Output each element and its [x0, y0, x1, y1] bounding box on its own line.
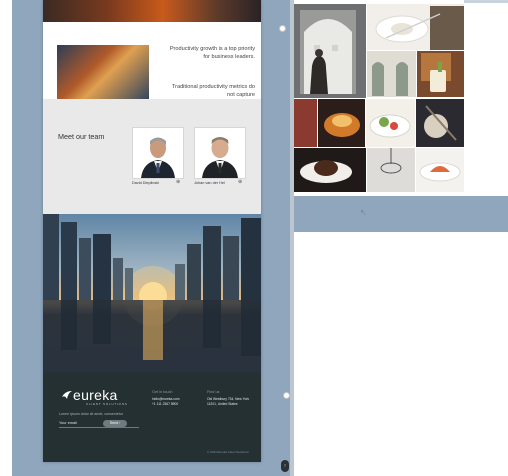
- section-edit-handle[interactable]: [283, 392, 290, 399]
- logo-subtitle: CLIENT SOLUTIONS: [86, 402, 128, 406]
- eureka-logo-icon: [62, 391, 72, 399]
- newsletter-email-input[interactable]: Your email: [59, 421, 139, 428]
- section-divider-band: ↖: [290, 196, 508, 232]
- contact-heading: Get in touch: [152, 390, 173, 394]
- send-button-label: Send: [109, 421, 119, 425]
- hero-image-strip: [43, 0, 261, 22]
- avatar: [132, 127, 184, 179]
- productivity-section[interactable]: Productivity growth is a top priority fo…: [43, 22, 261, 99]
- linkedin-icon[interactable]: ⊕: [176, 179, 180, 185]
- footer-tagline: Lorem ipsum dolor sit amet, consectetur: [59, 412, 123, 416]
- footer: eureka CLIENT SOLUTIONS Lorem ipsum dolo…: [43, 372, 261, 462]
- team-section[interactable]: Meet our team David Dieplinski ⊕ Johan v…: [43, 99, 261, 214]
- address-column: Find us Old Westbury 734, New York 11201…: [207, 390, 255, 407]
- logo-text: eureka: [73, 387, 118, 403]
- panel-edge: [290, 0, 294, 476]
- linkedin-icon[interactable]: ⊕: [238, 179, 242, 185]
- scroll-to-top-button[interactable]: ↑: [281, 460, 289, 472]
- contact-phone: +1 111 2367 8900: [152, 402, 179, 406]
- team-member-name: Johan van der Hel: [194, 181, 225, 185]
- section-edit-handle[interactable]: [279, 25, 286, 32]
- contact-column: Get in touch hello@eureka.com +1 111 236…: [152, 390, 200, 407]
- team-title: Meet our team: [58, 132, 105, 141]
- avatar: [194, 127, 246, 179]
- address-text: Old Westbury 734, New York 11201, United…: [207, 397, 250, 406]
- team-member-card[interactable]: David Dieplinski ⊕: [132, 127, 184, 185]
- send-button[interactable]: Send ›: [103, 420, 127, 427]
- team-member-card[interactable]: Johan van der Hel ⊕: [194, 127, 246, 185]
- productivity-paragraph-2: Traditional productivity metrics do not …: [171, 84, 255, 98]
- gallery-page-preview[interactable]: [290, 0, 464, 196]
- productivity-paragraph-1: Productivity growth is a top priority fo…: [169, 46, 255, 60]
- page-preview[interactable]: Productivity growth is a top priority fo…: [43, 0, 261, 462]
- productivity-image: [57, 45, 149, 99]
- city-skyline-image: [43, 214, 261, 372]
- photo-gallery-grid: [290, 4, 464, 192]
- team-member-name: David Dieplinski: [132, 181, 160, 185]
- copyright-text: © 2024 Eureka Client Solutions: [207, 450, 249, 454]
- cursor-icon: ↖: [360, 208, 367, 217]
- address-heading: Find us: [207, 390, 220, 394]
